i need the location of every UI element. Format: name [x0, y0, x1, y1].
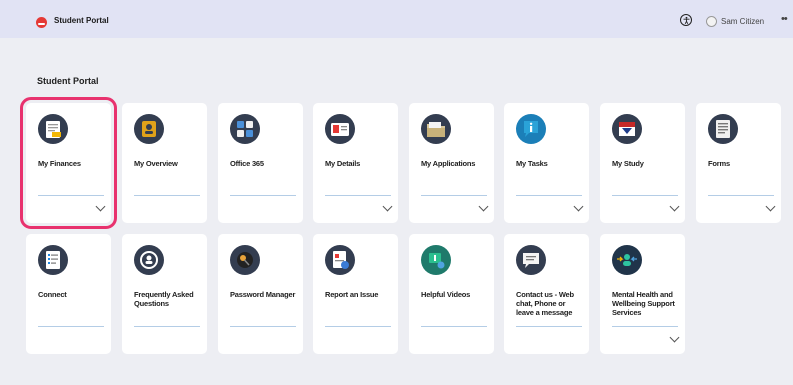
chevron-down-icon[interactable]	[478, 201, 489, 212]
tile-label: My Applications	[421, 159, 476, 168]
wellbeing-support-icon	[612, 245, 642, 275]
tile-label: My Details	[325, 159, 361, 168]
accessibility-icon[interactable]	[680, 14, 692, 26]
app-title[interactable]: Student Portal	[54, 16, 109, 25]
tile-faq[interactable]: Frequently Asked Questions	[122, 234, 207, 354]
study-book-icon	[612, 114, 642, 144]
password-key-icon	[230, 245, 260, 275]
divider	[230, 195, 296, 196]
divider	[230, 326, 296, 327]
divider	[134, 326, 200, 327]
tile-my-details[interactable]: My Details	[313, 103, 398, 223]
section-title: Student Portal	[37, 76, 99, 86]
tile-connect[interactable]: Connect	[26, 234, 111, 354]
faq-search-icon	[134, 245, 164, 275]
divider	[516, 195, 582, 196]
tile-label: Frequently Asked Questions	[134, 290, 194, 308]
tile-label: Password Manager	[230, 290, 296, 299]
tile-my-finances[interactable]: My Finances	[20, 97, 117, 229]
divider	[612, 195, 678, 196]
forms-icon	[708, 114, 738, 144]
tile-my-study[interactable]: My Study	[600, 103, 685, 223]
tile-my-overview[interactable]: My Overview	[122, 103, 207, 223]
tile-label: My Tasks	[516, 159, 548, 168]
divider	[38, 326, 104, 327]
divider	[421, 326, 487, 327]
tile-helpful-videos[interactable]: Helpful Videos	[409, 234, 494, 354]
folder-icon	[421, 114, 451, 144]
tile-label: Mental Health and Wellbeing Support Serv…	[612, 290, 675, 317]
tile-mental-health[interactable]: Mental Health and Wellbeing Support Serv…	[600, 234, 685, 354]
tile-forms[interactable]: Forms	[696, 103, 781, 223]
video-settings-icon	[421, 245, 451, 275]
info-chat-icon	[516, 114, 546, 144]
report-issue-icon	[325, 245, 355, 275]
tile-office-365[interactable]: Office 365	[218, 103, 303, 223]
tile-label: Contact us - Web chat, Phone or leave a …	[516, 290, 574, 317]
more-options-icon[interactable]: ••	[781, 13, 788, 25]
chat-bubble-icon	[516, 245, 546, 275]
tile-label: Forms	[708, 159, 730, 168]
tile-password-manager[interactable]: Password Manager	[218, 234, 303, 354]
tile-label: Helpful Videos	[421, 290, 471, 299]
profile-badge-icon	[134, 114, 164, 144]
user-menu[interactable]: Sam Citizen	[706, 15, 764, 27]
divider	[516, 326, 582, 327]
invoice-icon	[38, 114, 68, 144]
tile-label: My Overview	[134, 159, 178, 168]
divider	[38, 195, 104, 196]
divider	[612, 326, 678, 327]
chevron-down-icon[interactable]	[765, 201, 776, 212]
user-name[interactable]: Sam Citizen	[721, 17, 764, 26]
top-bar: Student Portal Sam Citizen ••	[0, 0, 793, 38]
id-card-icon	[325, 114, 355, 144]
divider	[325, 195, 391, 196]
tile-report-an-issue[interactable]: Report an Issue	[313, 234, 398, 354]
user-avatar[interactable]	[706, 15, 717, 27]
checklist-icon	[38, 245, 68, 275]
divider	[708, 195, 774, 196]
tile-label: Connect	[38, 290, 67, 299]
chevron-down-icon[interactable]	[669, 332, 680, 343]
divider	[134, 195, 200, 196]
chevron-down-icon[interactable]	[669, 201, 680, 212]
chevron-down-icon[interactable]	[382, 201, 393, 212]
tile-label: Office 365	[230, 159, 264, 168]
tile-contact-us[interactable]: Contact us - Web chat, Phone or leave a …	[504, 234, 589, 354]
student-portal-logo-icon[interactable]	[36, 17, 47, 28]
divider	[421, 195, 487, 196]
tile-label: Report an Issue	[325, 290, 379, 299]
tile-my-applications[interactable]: My Applications	[409, 103, 494, 223]
office-apps-icon	[230, 114, 260, 144]
chevron-down-icon[interactable]	[573, 201, 584, 212]
tile-label: My Study	[612, 159, 644, 168]
chevron-down-icon[interactable]	[95, 201, 106, 212]
tile-my-tasks[interactable]: My Tasks	[504, 103, 589, 223]
tile-label: My Finances	[38, 159, 81, 168]
divider	[325, 326, 391, 327]
